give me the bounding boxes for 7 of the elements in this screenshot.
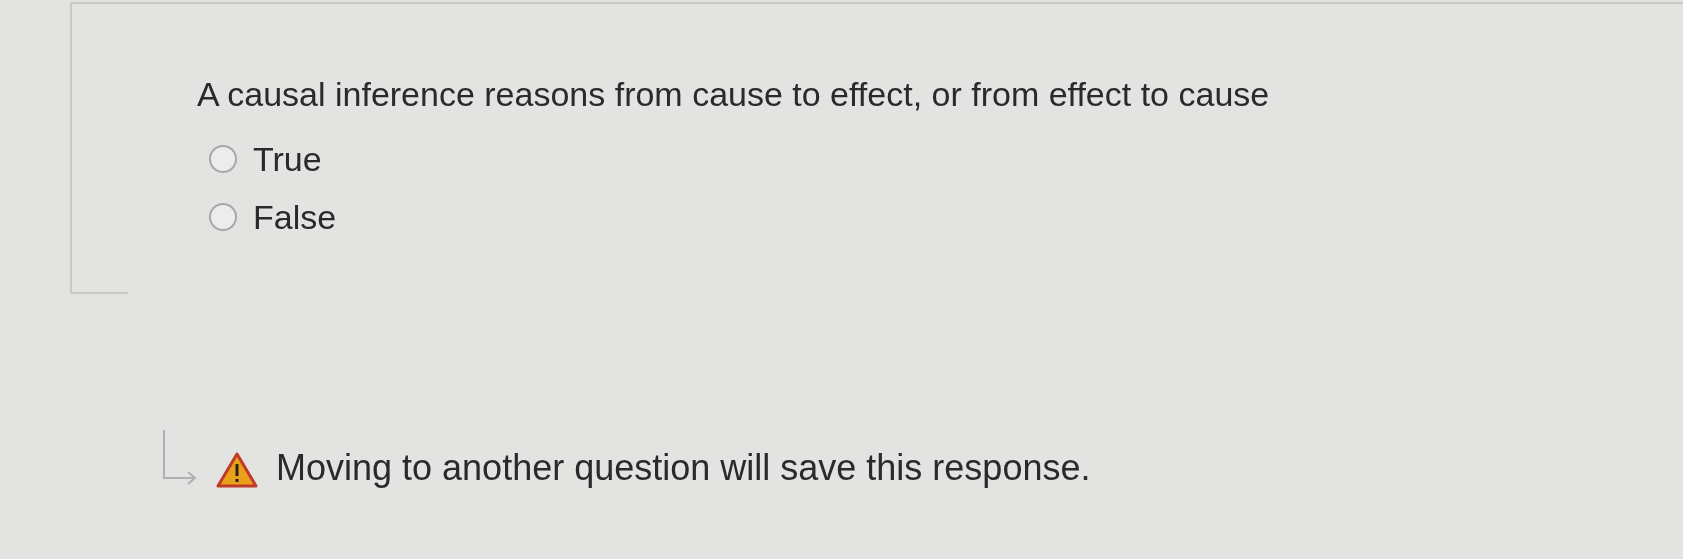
radio-button[interactable] — [209, 203, 237, 231]
warning-icon — [216, 452, 258, 488]
option-label: False — [253, 197, 337, 238]
question-text: A causal inference reasons from cause to effect, or from effect to cause — [197, 74, 1270, 115]
option-label: True — [253, 139, 322, 180]
notice-text: Moving to another question will save this response. — [276, 446, 1091, 490]
radio-button[interactable] — [209, 145, 237, 173]
